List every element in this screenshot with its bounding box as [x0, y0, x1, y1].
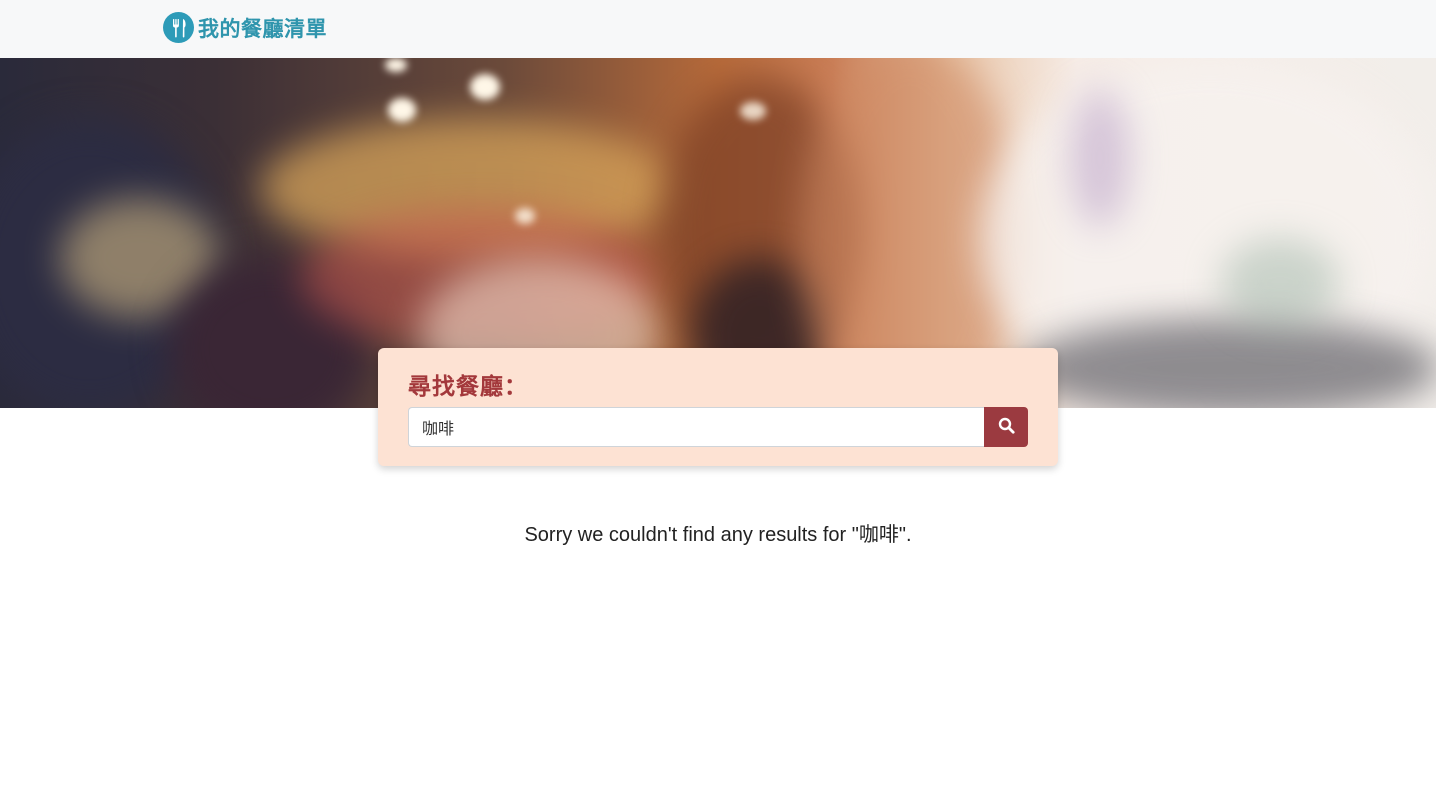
brand-title: 我的餐廳清單 — [198, 16, 327, 41]
search-button[interactable] — [984, 407, 1028, 447]
top-navbar: 我的餐廳清單 — [0, 0, 1436, 58]
search-icon — [998, 417, 1015, 437]
fork-knife-icon — [163, 12, 194, 43]
no-results-message: Sorry we couldn't find any results for "… — [524, 524, 912, 546]
brand-link[interactable]: 我的餐廳清單 — [163, 12, 327, 43]
search-label: 尋找餐廳： — [408, 374, 528, 400]
search-input[interactable] — [408, 407, 985, 447]
search-panel: 尋找餐廳： — [378, 348, 1058, 466]
